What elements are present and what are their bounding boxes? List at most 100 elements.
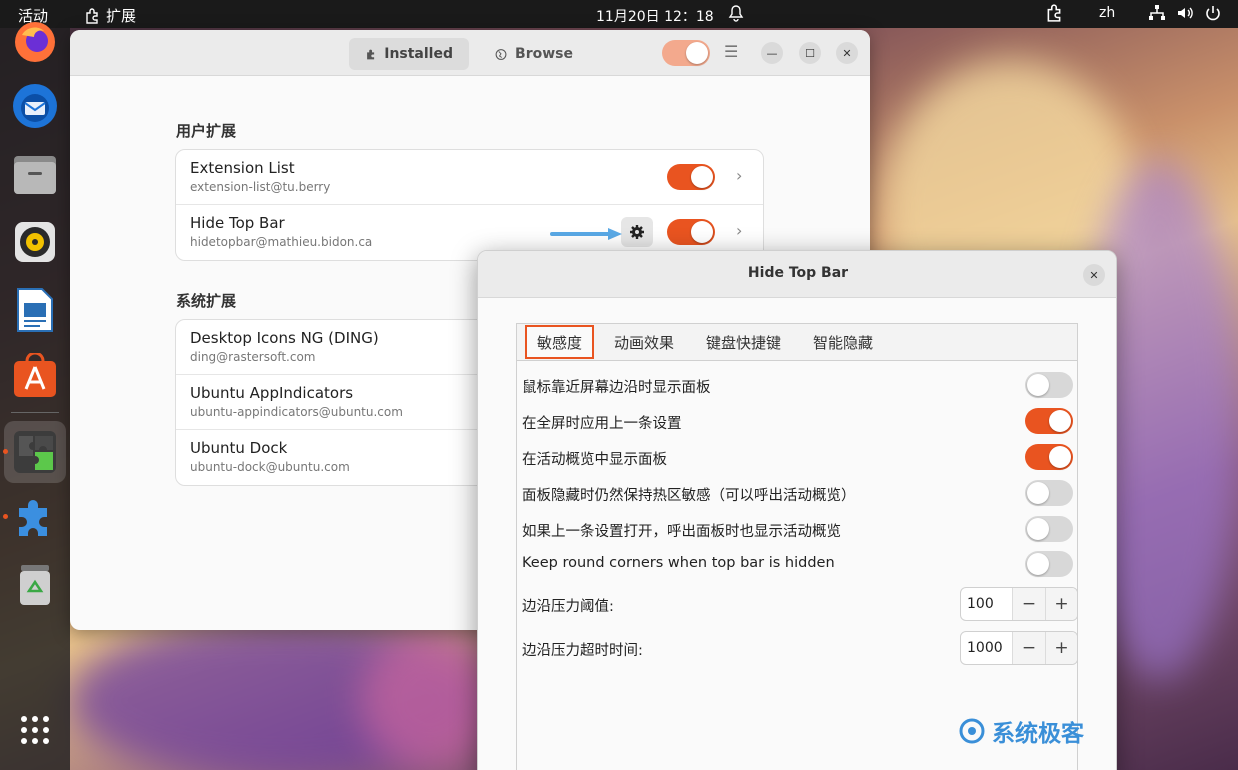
minimize-button[interactable]: —	[761, 42, 783, 64]
tab-browse[interactable]: Browse	[479, 38, 589, 70]
dock	[0, 22, 70, 770]
bell-icon[interactable]	[728, 4, 744, 26]
tab-sensitivity[interactable]: 敏感度	[525, 325, 595, 359]
globe-icon	[495, 48, 507, 60]
clock[interactable]: 11月20日 12：18	[596, 6, 714, 26]
spinner-row: 边沿压力阈值: 100 − +	[522, 587, 1078, 621]
system-extensions-title: 系统扩展	[176, 292, 237, 310]
dock-separator	[11, 412, 59, 413]
extension-toggle[interactable]	[667, 164, 715, 194]
option-label: 面板隐藏时仍然保持热区敏感（可以呼出活动概览）	[522, 488, 856, 504]
option-row: 在活动概览中显示面板	[522, 440, 1074, 474]
option-toggle[interactable]	[1025, 480, 1073, 510]
stepper-value[interactable]: 100	[961, 588, 1013, 620]
libreoffice-writer-icon[interactable]	[11, 286, 59, 334]
global-extensions-toggle[interactable]	[662, 40, 710, 70]
extension-name: Ubuntu Dock	[190, 439, 288, 457]
extension-toggle[interactable]	[667, 219, 715, 249]
tab-installed[interactable]: Installed	[349, 38, 469, 70]
watermark-logo-icon	[959, 718, 985, 744]
puzzle-icon	[367, 49, 375, 59]
settings-button[interactable]	[621, 217, 653, 247]
chevron-right-icon[interactable]: ›	[736, 166, 742, 185]
extensions-icon[interactable]	[11, 492, 59, 540]
extension-id: ding@rastersoft.com	[190, 350, 316, 364]
option-toggle[interactable]	[1025, 372, 1073, 402]
increment-button[interactable]: +	[1045, 588, 1077, 620]
dialog-title: Hide Top Bar	[747, 265, 849, 281]
option-row: 鼠标靠近屏幕边沿时显示面板	[522, 368, 1074, 402]
extension-name: Extension List	[190, 159, 295, 177]
pressure-timeout-stepper[interactable]: 1000 − +	[960, 631, 1078, 665]
running-indicator	[3, 449, 8, 454]
option-toggle[interactable]	[1025, 444, 1073, 474]
arrow-annotation-icon	[550, 228, 622, 240]
option-row: Keep round corners when top bar is hidde…	[522, 547, 1074, 581]
stepper-value[interactable]: 1000	[961, 632, 1013, 664]
option-label: Keep round corners when top bar is hidde…	[522, 555, 835, 571]
dialog-header: Hide Top Bar ✕	[478, 251, 1116, 298]
pressure-threshold-stepper[interactable]: 100 − +	[960, 587, 1078, 621]
extension-tray-icon[interactable]	[1045, 4, 1063, 26]
hide-top-bar-dialog: Hide Top Bar ✕ 敏感度 动画效果 键盘快捷键 智能隐藏 鼠标靠近屏…	[477, 250, 1117, 770]
spinner-row: 边沿压力超时时间: 1000 − +	[522, 631, 1078, 665]
close-button[interactable]: ✕	[836, 42, 858, 64]
dialog-close-button[interactable]: ✕	[1083, 264, 1105, 286]
app-menu[interactable]: 扩展	[84, 5, 136, 26]
tab-installed-label: Installed	[384, 46, 453, 62]
tab-intellihide[interactable]: 智能隐藏	[813, 324, 873, 361]
show-apps-icon[interactable]	[11, 706, 59, 754]
option-label: 在活动概览中显示面板	[522, 452, 667, 468]
tab-browse-label: Browse	[515, 46, 573, 62]
extension-id: hidetopbar@mathieu.bidon.ca	[190, 235, 373, 249]
option-toggle[interactable]	[1025, 551, 1073, 581]
extension-id: ubuntu-dock@ubuntu.com	[190, 460, 350, 474]
spinner-label: 边沿压力阈值:	[522, 599, 614, 615]
increment-button[interactable]: +	[1045, 632, 1077, 664]
user-extensions-list: Extension List extension-list@tu.berry ›…	[175, 149, 764, 261]
option-toggle[interactable]	[1025, 408, 1073, 438]
extension-id: ubuntu-appindicators@ubuntu.com	[190, 405, 403, 419]
spinner-label: 边沿压力超时时间:	[522, 643, 643, 659]
extension-name: Hide Top Bar	[190, 214, 285, 232]
settings-tabs: 敏感度 动画效果 键盘快捷键 智能隐藏	[517, 324, 1077, 361]
tab-shortcuts[interactable]: 键盘快捷键	[706, 324, 781, 361]
menu-icon[interactable]: ☰	[724, 42, 738, 61]
puzzle-icon	[86, 7, 98, 24]
network-icon	[1149, 5, 1165, 20]
app-center-icon[interactable]	[11, 352, 59, 400]
running-indicator	[3, 514, 8, 519]
option-label: 在全屏时应用上一条设置	[522, 416, 682, 432]
user-extensions-title: 用户扩展	[176, 122, 237, 140]
firefox-icon[interactable]	[11, 18, 59, 66]
decrement-button[interactable]: −	[1013, 588, 1045, 620]
extension-manager-icon[interactable]	[4, 421, 66, 483]
extension-row[interactable]: Extension List extension-list@tu.berry ›	[176, 150, 763, 205]
files-icon[interactable]	[11, 150, 59, 198]
chevron-right-icon[interactable]: ›	[736, 221, 742, 240]
thunderbird-icon[interactable]	[11, 82, 59, 130]
maximize-button[interactable]: ☐	[799, 42, 821, 64]
power-icon	[1206, 6, 1220, 21]
top-bar: 活动 扩展 11月20日 12：18 zh	[0, 0, 1238, 28]
extension-name: Desktop Icons NG (DING)	[190, 329, 379, 347]
system-tray[interactable]	[1148, 4, 1222, 22]
trash-icon[interactable]	[11, 560, 59, 608]
header-bar: Installed Browse ☰ — ☐ ✕	[70, 30, 870, 76]
option-label: 如果上一条设置打开，呼出面板时也显示活动概览	[522, 524, 841, 540]
option-label: 鼠标靠近屏幕边沿时显示面板	[522, 380, 711, 396]
gear-icon	[630, 225, 644, 239]
app-name: 扩展	[106, 7, 137, 25]
volume-icon	[1178, 7, 1193, 19]
extension-name: Ubuntu AppIndicators	[190, 384, 354, 402]
watermark-text: 系统极客	[992, 721, 1084, 747]
rhythmbox-icon[interactable]	[11, 218, 59, 266]
option-row: 在全屏时应用上一条设置	[522, 404, 1074, 438]
input-language[interactable]: zh	[1099, 5, 1115, 21]
watermark: 系统极客	[958, 714, 1084, 748]
decrement-button[interactable]: −	[1013, 632, 1045, 664]
option-row: 如果上一条设置打开，呼出面板时也显示活动概览	[522, 512, 1074, 546]
settings-notebook: 敏感度 动画效果 键盘快捷键 智能隐藏 鼠标靠近屏幕边沿时显示面板 在全屏时应用…	[516, 323, 1078, 770]
tab-animation[interactable]: 动画效果	[614, 324, 674, 361]
option-toggle[interactable]	[1025, 516, 1073, 546]
